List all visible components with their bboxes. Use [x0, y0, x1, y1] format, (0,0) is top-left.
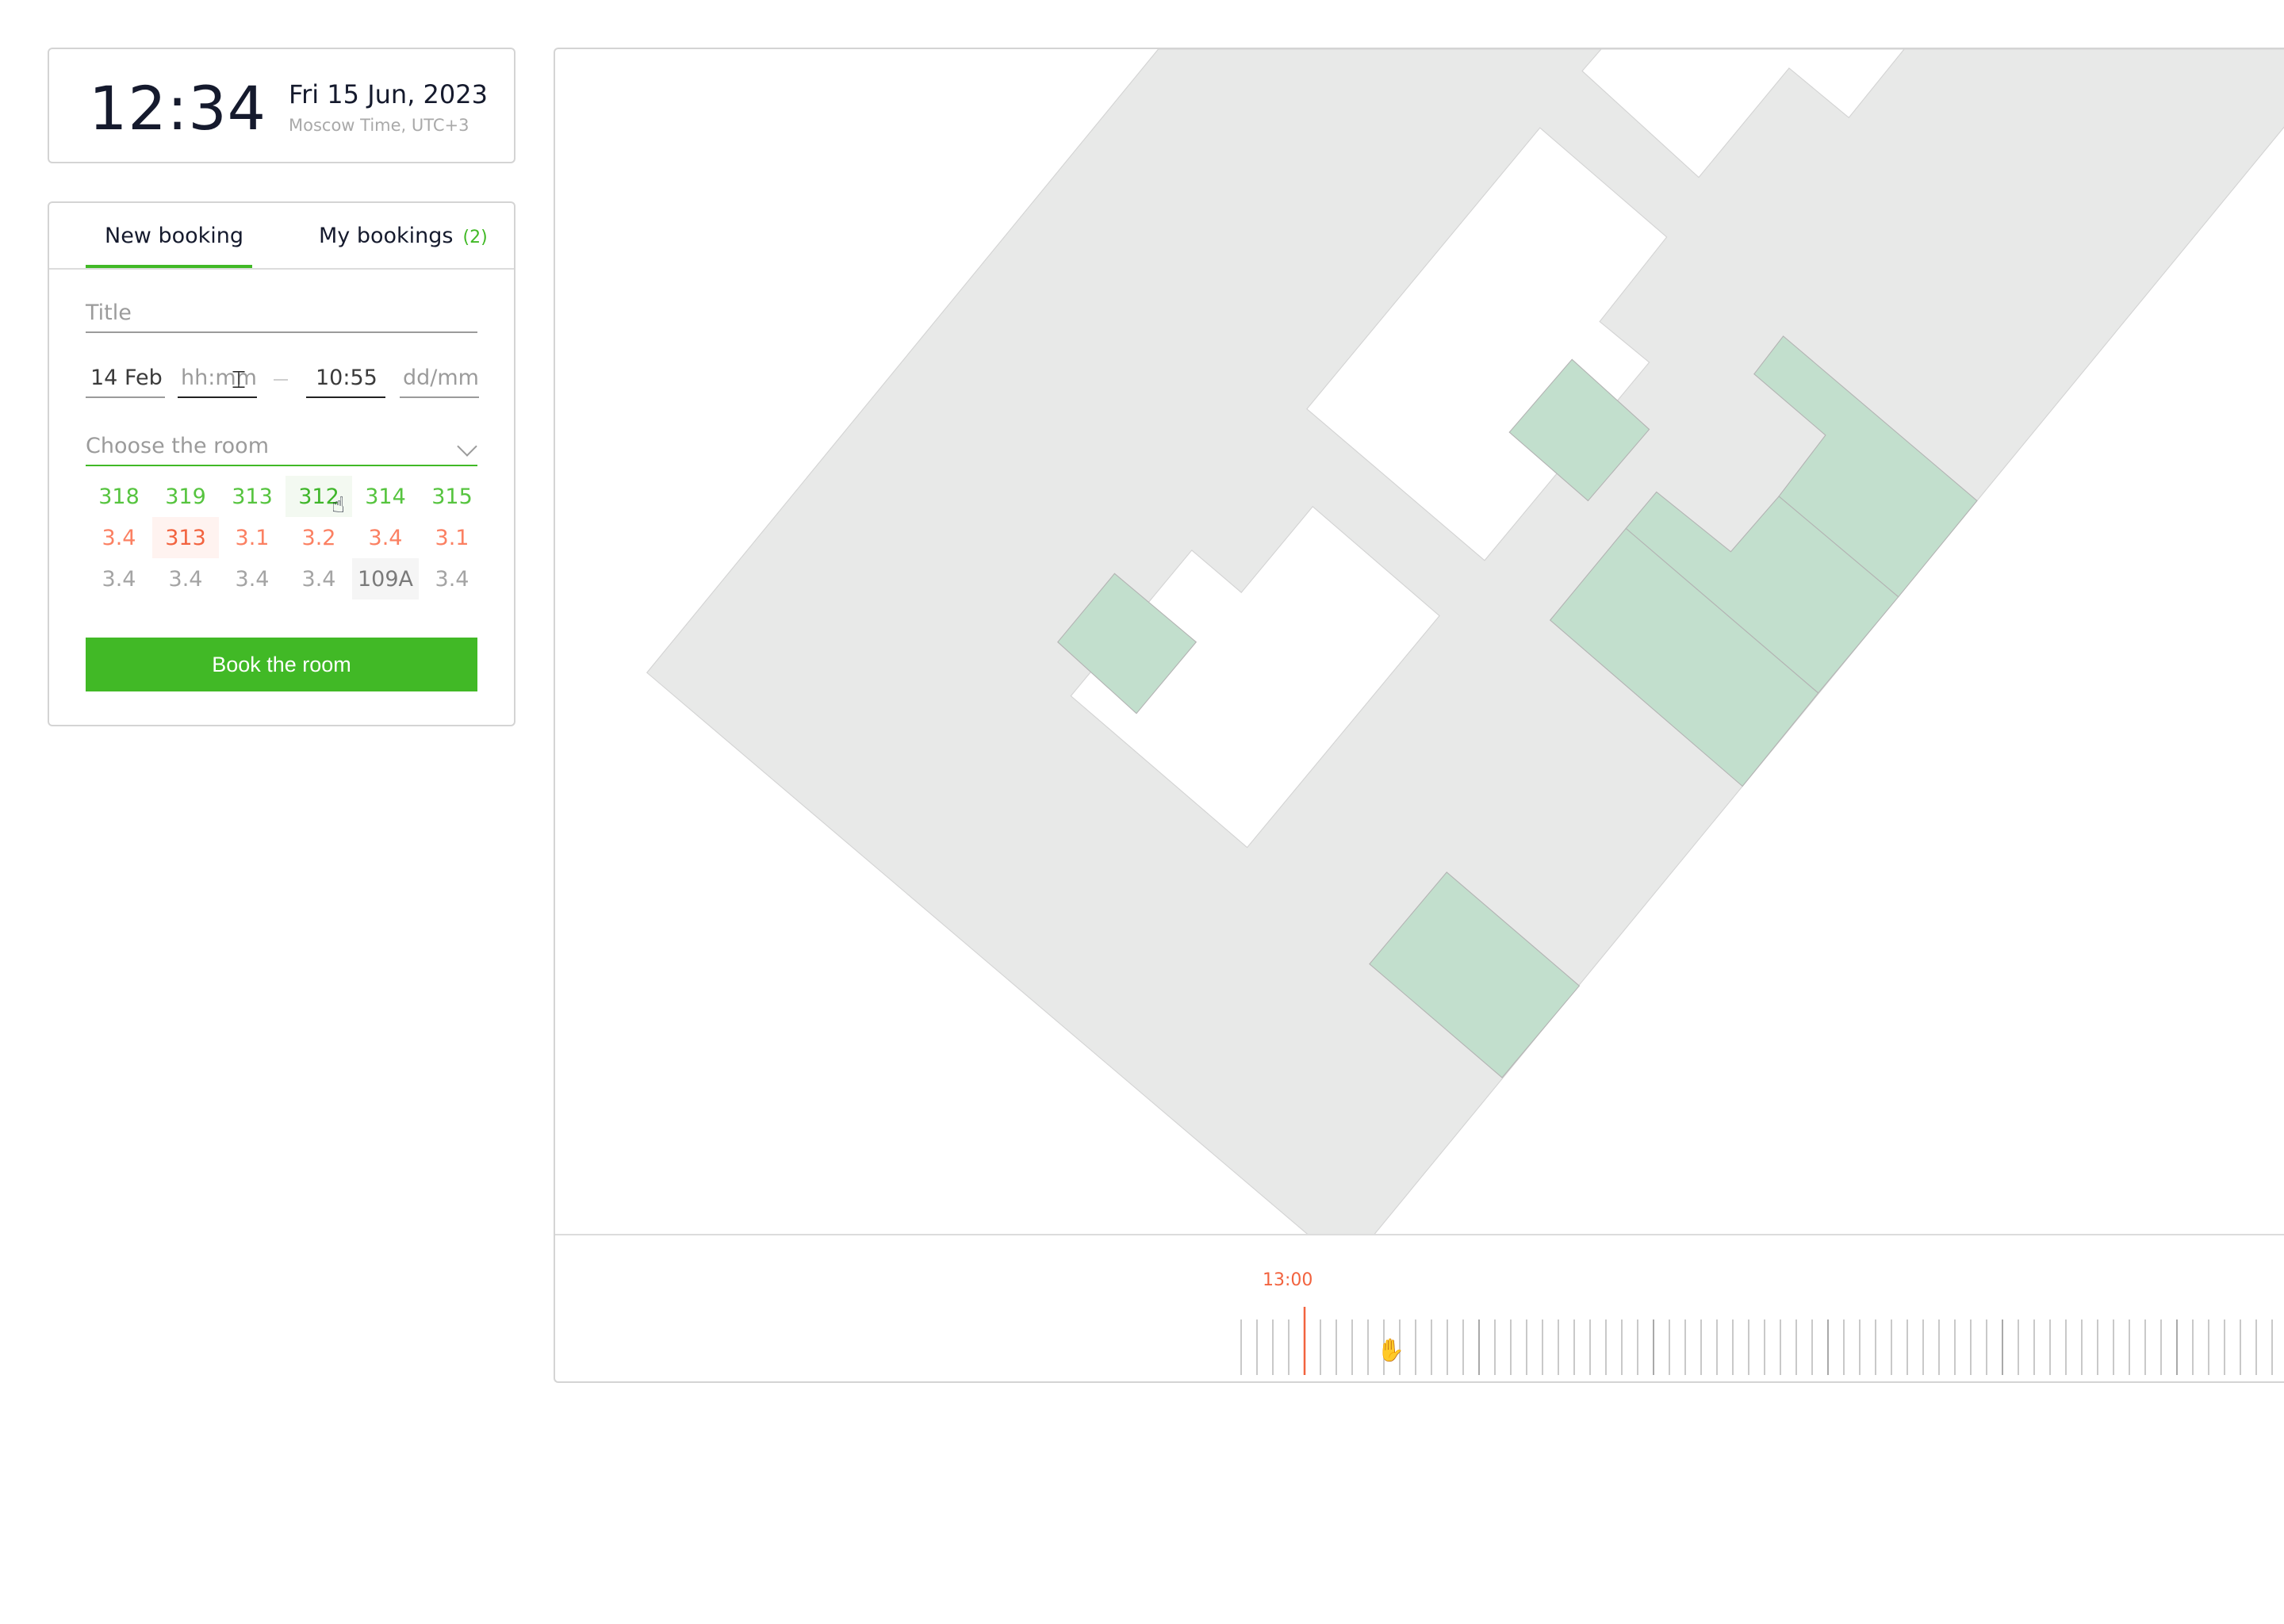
room-option-free[interactable]: 318 — [86, 476, 152, 517]
room-select[interactable]: Choose the room — [86, 427, 477, 466]
floor-map[interactable] — [555, 49, 2284, 1234]
room-option-free[interactable]: 312 — [286, 476, 352, 517]
booking-card: New booking My bookings (2) Title 14 Feb … — [48, 201, 515, 726]
room-select-placeholder: Choose the room — [86, 434, 270, 458]
my-bookings-count-badge: (2) — [462, 228, 488, 247]
start-time-input[interactable]: hh:mm ⌶ — [178, 360, 257, 398]
clock-card: 12:34 Fri 15 Jun, 2023 Moscow Time, UTC+… — [48, 48, 515, 163]
start-date-value: 14 Feb — [90, 366, 163, 390]
room-option-busy[interactable]: 313 — [152, 517, 219, 558]
title-input[interactable]: Title — [86, 297, 477, 333]
tab-new-booking[interactable]: New booking — [105, 224, 243, 248]
room-option-busy[interactable]: 3.4 — [352, 517, 419, 558]
end-time-value: 10:55 — [316, 366, 377, 390]
room-option-unavailable[interactable]: 3.4 — [419, 558, 485, 599]
tab-my-bookings[interactable]: My bookings (2) — [319, 224, 488, 248]
room-option-busy[interactable]: 3.2 — [286, 517, 352, 558]
room-option-free[interactable]: 315 — [419, 476, 485, 517]
room-option-free[interactable]: 319 — [152, 476, 219, 517]
clock-date: Fri 15 Jun, 2023 — [289, 79, 488, 109]
room-option-free[interactable]: 313 — [219, 476, 286, 517]
timeline[interactable]: 13:00 ✋ — [555, 1234, 2284, 1383]
clock-time: 12:34 — [89, 73, 267, 144]
tab-new-booking-label: New booking — [105, 224, 244, 248]
room-options-grid: 318 319 313 312 314 315 3.4 313 3.1 3.2 3.4 3.1 3.4 3… — [86, 476, 485, 599]
room-option-free[interactable]: 314 — [352, 476, 419, 517]
room-option-unavailable[interactable]: 3.4 — [286, 558, 352, 599]
book-room-button[interactable]: Book the room — [86, 638, 477, 691]
title-placeholder: Title — [86, 301, 132, 325]
room-options-row: 318 319 313 312 314 315 — [86, 476, 485, 517]
start-date-input[interactable]: 14 Feb — [86, 360, 165, 398]
chevron-down-icon — [457, 436, 477, 457]
timeline-ticks[interactable] — [555, 1235, 2284, 1383]
range-separator — [274, 379, 288, 381]
booking-tabs: New booking My bookings (2) — [49, 203, 514, 270]
floor-map-panel: 13:00 ✋ — [554, 48, 2284, 1383]
clock-timezone: Moscow Time, UTC+3 — [289, 116, 469, 135]
end-time-input[interactable]: 10:55 — [306, 360, 385, 398]
end-date-placeholder: dd/mm — [403, 366, 479, 390]
tab-my-bookings-label: My bookings — [319, 224, 454, 248]
room-option-unavailable[interactable]: 109A — [352, 558, 419, 599]
room-option-unavailable[interactable]: 3.4 — [86, 558, 152, 599]
end-date-input[interactable]: dd/mm — [400, 360, 479, 398]
room-option-busy[interactable]: 3.4 — [86, 517, 152, 558]
active-tab-indicator — [86, 265, 252, 268]
room-option-busy[interactable]: 3.1 — [219, 517, 286, 558]
room-option-unavailable[interactable]: 3.4 — [152, 558, 219, 599]
text-cursor-icon: ⌶ — [232, 366, 246, 394]
room-options-row: 3.4 3.4 3.4 3.4 109A 3.4 — [86, 558, 485, 599]
room-options-row: 3.4 313 3.1 3.2 3.4 3.1 — [86, 517, 485, 558]
room-option-unavailable[interactable]: 3.4 — [219, 558, 286, 599]
room-option-busy[interactable]: 3.1 — [419, 517, 485, 558]
